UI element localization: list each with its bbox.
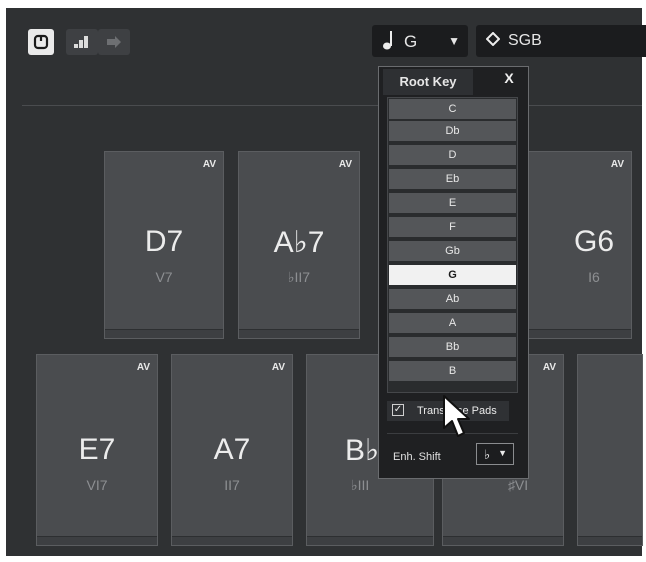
diamond-icon <box>485 31 501 51</box>
degree-label: II7 <box>224 477 240 493</box>
checkbox-checked-icon[interactable]: ✓ <box>392 404 404 416</box>
pad-footer <box>517 329 631 338</box>
enh-shift-label: Enh. Shift <box>393 451 441 463</box>
forward-button[interactable] <box>98 29 130 55</box>
key-option-c[interactable]: C <box>389 99 516 120</box>
pads-view-button[interactable] <box>66 29 98 55</box>
chevron-down-icon: ▼ <box>448 34 460 48</box>
close-button[interactable]: X <box>500 69 518 87</box>
key-value: G <box>404 32 418 51</box>
key-option-e[interactable]: E <box>389 193 516 214</box>
chord-pad-e7[interactable]: AV E7 VI7 <box>36 354 158 546</box>
mouse-cursor-icon <box>441 394 475 445</box>
chord-label: G6 <box>573 225 615 258</box>
pad-footer <box>105 329 223 338</box>
key-option-a[interactable]: A <box>389 313 516 334</box>
key-option-ab[interactable]: Ab <box>389 289 516 310</box>
key-option-bb[interactable]: Bb <box>389 337 516 358</box>
av-badge: AV <box>136 362 150 373</box>
chord-pad-a7[interactable]: AV A7 II7 <box>171 354 293 546</box>
chord-label: A7 <box>213 433 251 466</box>
chord-pads-panel: G ▼ SGB AV D7 V7 AV A♭7 ♭II7 AV G6 I6 AV… <box>6 8 646 556</box>
divider <box>22 105 642 106</box>
chord-label: A♭7 <box>273 226 325 259</box>
enh-shift-dropdown[interactable]: ♭ ▼ <box>476 443 514 465</box>
pad-footer <box>172 536 292 545</box>
chord-label: E7 <box>78 433 116 466</box>
chevron-down-icon: ▼ <box>498 448 507 458</box>
chord-pad-g6[interactable]: AV G6 I6 <box>516 151 632 339</box>
degree-label: ♭II7 <box>287 269 311 285</box>
root-key-tab[interactable]: Root Key <box>383 69 473 95</box>
key-option-f[interactable]: F <box>389 217 516 238</box>
pad-footer <box>239 329 359 338</box>
key-option-d[interactable]: D <box>389 145 516 166</box>
key-option-b[interactable]: B <box>389 361 516 382</box>
chord-pad-ab7[interactable]: AV A♭7 ♭II7 <box>238 151 360 339</box>
chord-pad-empty[interactable] <box>577 354 643 546</box>
degree-label: VI7 <box>86 477 108 493</box>
arrow-right-icon <box>107 36 121 48</box>
pad-footer <box>443 536 563 545</box>
power-button[interactable] <box>28 29 54 55</box>
degree-label: V7 <box>155 269 173 285</box>
enh-shift-value: ♭ <box>484 447 491 462</box>
degree-label: I6 <box>588 269 600 285</box>
av-badge: AV <box>271 362 285 373</box>
scale-value: SGB <box>508 32 542 49</box>
pad-footer <box>307 536 433 545</box>
note-icon <box>382 29 396 56</box>
key-option-g[interactable]: G <box>389 265 516 286</box>
power-icon <box>33 34 49 50</box>
key-option-db[interactable]: Db <box>389 121 516 142</box>
root-key-list: C Db D Eb E F Gb G Ab A Bb B <box>387 97 518 393</box>
chord-pad-d7[interactable]: AV D7 V7 <box>104 151 224 339</box>
degree-label: ♭III <box>351 477 370 493</box>
key-selector[interactable]: G ▼ <box>372 25 468 57</box>
av-badge: AV <box>542 362 556 373</box>
key-option-gb[interactable]: Gb <box>389 241 516 262</box>
key-option-eb[interactable]: Eb <box>389 169 516 190</box>
chord-label: D7 <box>144 225 184 258</box>
scale-selector[interactable]: SGB <box>476 25 646 57</box>
bars-icon <box>74 36 88 48</box>
pad-footer <box>578 536 642 545</box>
pad-footer <box>37 536 157 545</box>
app-frame: G ▼ SGB AV D7 V7 AV A♭7 ♭II7 AV G6 I6 AV… <box>6 8 646 556</box>
av-badge: AV <box>202 159 216 170</box>
degree-label: ♯VI <box>507 477 529 493</box>
av-badge: AV <box>610 159 624 170</box>
av-badge: AV <box>338 159 352 170</box>
